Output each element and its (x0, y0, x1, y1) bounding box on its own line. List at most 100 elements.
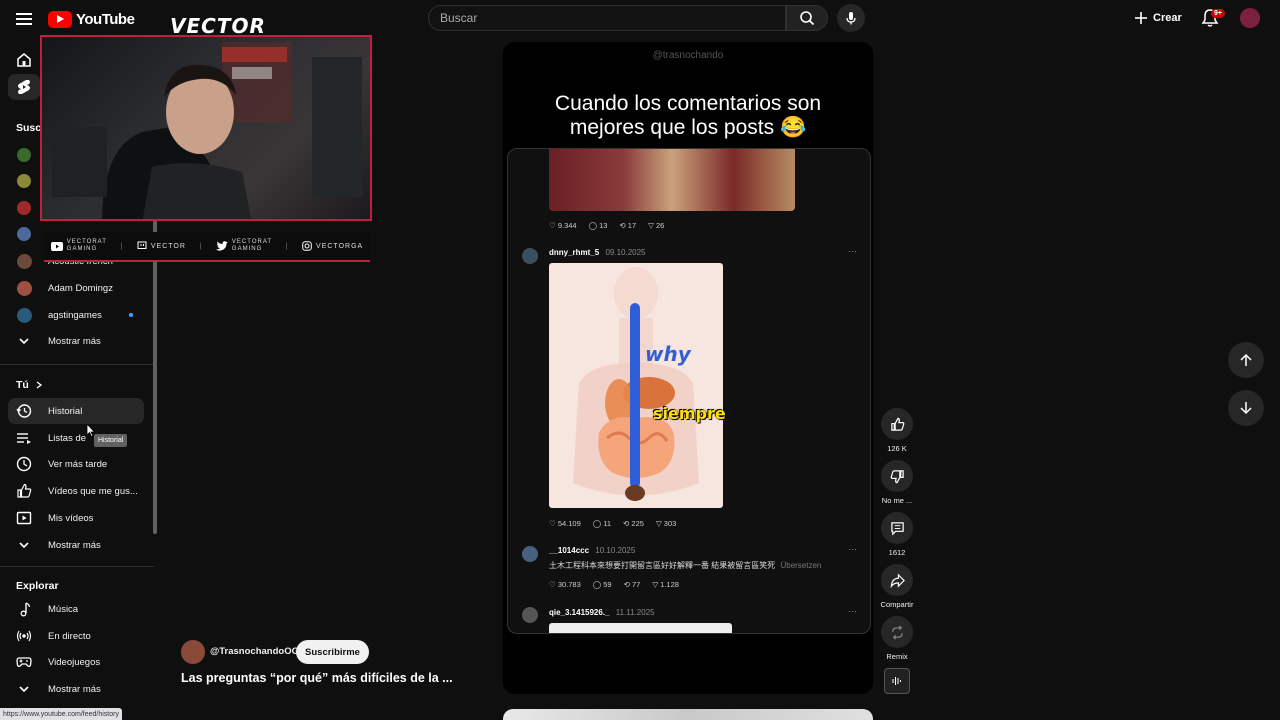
video-title[interactable]: Las preguntas “por qué” más difíciles de… (181, 671, 453, 685)
search-input[interactable]: Buscar (428, 5, 786, 31)
streamer-social-bar: VECTORAT GAMING | VECTOR | VECTORAT GAMI… (44, 232, 370, 262)
search-button[interactable] (786, 5, 828, 31)
subscription-label: agstingames (48, 309, 102, 321)
history-icon (16, 403, 32, 419)
post-avatar (522, 607, 538, 623)
comment-count-label: 1612 (888, 548, 906, 557)
sidebar-item-music[interactable]: Música (8, 596, 144, 622)
divider (0, 364, 154, 365)
subscription-avatar[interactable] (17, 174, 31, 188)
channel-avatar[interactable] (181, 640, 205, 664)
dislike-button[interactable] (881, 460, 913, 492)
share-button[interactable] (881, 564, 913, 596)
sidebar-item-liked-videos[interactable]: Vídeos que me gus... (8, 478, 144, 504)
video-watermark: @trasnochando (652, 50, 724, 61)
post-date: 11.11.2025 (615, 608, 655, 617)
home-icon[interactable] (15, 51, 33, 69)
post-header: qie_3.1415926._ 11.11.2025 (549, 608, 655, 617)
youtube-logo[interactable]: YouTube (48, 10, 135, 28)
short-player[interactable]: @trasnochando Cuando los comentarios son… (503, 42, 873, 694)
audio-track-button[interactable] (884, 668, 910, 694)
search-icon (800, 11, 815, 26)
previous-short-button[interactable] (1228, 342, 1264, 378)
subscription-item[interactable]: agstingames (8, 302, 144, 328)
youtube-icon (50, 241, 63, 251)
post-image (549, 149, 795, 211)
repost-count: 17 (627, 221, 637, 230)
post-image (549, 623, 732, 633)
divider (0, 566, 154, 567)
twitter-icon (215, 241, 228, 251)
subscription-avatar (17, 307, 32, 323)
like-icon (16, 483, 32, 499)
plus-icon (1135, 12, 1147, 24)
svg-text:why: why (645, 342, 692, 366)
sidebar-item-label: Listas de (48, 432, 87, 444)
sidebar-item-label: Música (48, 603, 79, 615)
browser-status-url: https://www.youtube.com/feed/history (0, 708, 122, 720)
sidebar-item-watch-later[interactable]: Ver más tarde (8, 451, 144, 477)
social-label: VECTORAT GAMING (66, 239, 107, 252)
audio-wave-icon (892, 677, 901, 685)
account-avatar[interactable] (1240, 8, 1260, 28)
social-label: VECTORGA (316, 242, 364, 250)
sidebar-item-history[interactable]: Historial (8, 398, 144, 424)
new-content-dot (129, 313, 133, 317)
like-button[interactable] (881, 408, 913, 440)
share-icon (890, 572, 905, 588)
comments-button[interactable] (881, 512, 913, 544)
create-button[interactable]: Crear (1134, 6, 1192, 30)
sidebar-item-label: Mis vídeos (48, 512, 94, 524)
next-short-preview[interactable] (503, 709, 873, 720)
channel-name[interactable]: @TrasnochandoOG (210, 646, 299, 657)
repost-count: 225 (631, 519, 644, 528)
subscription-avatar (17, 253, 32, 269)
post-username: qie_3.1415926._ (549, 608, 610, 617)
post-image: why (549, 263, 723, 508)
like-count: 54.109 (557, 519, 581, 528)
chevron-down-icon (16, 537, 32, 553)
sidebar-item-label: Ver más tarde (48, 458, 108, 470)
subscription-avatar[interactable] (17, 227, 31, 241)
you-show-more[interactable]: Mostrar más (8, 532, 144, 558)
sidebar-item-label: Videojuegos (48, 656, 101, 668)
share-count: 26 (656, 221, 665, 230)
my-videos-icon (16, 510, 32, 526)
sidebar-item-live[interactable]: En directo (8, 623, 144, 649)
microphone-icon (846, 12, 856, 25)
share-count: 1.128 (660, 580, 679, 589)
shorts-button[interactable] (8, 74, 40, 100)
you-heading[interactable]: Tú (16, 379, 43, 391)
mouse-cursor-icon (86, 423, 96, 437)
chevron-down-icon (16, 681, 32, 697)
subscriptions-heading[interactable]: Susc (16, 122, 41, 134)
post-text: 土木工程科本來想要打開留言區好好解釋一番 結果被留言區笑死 Übersetzen (549, 560, 821, 571)
create-label: Crear (1153, 12, 1182, 24)
post-header: __1014ccc 10.10.2025 (549, 546, 635, 555)
subscriptions-show-more[interactable]: Mostrar más (8, 328, 144, 354)
shorts-icon (18, 80, 30, 94)
next-short-button[interactable] (1228, 390, 1264, 426)
menu-icon[interactable] (14, 9, 34, 29)
youtube-play-icon (48, 10, 72, 28)
sidebar-item-my-videos[interactable]: Mis vídeos (8, 505, 144, 531)
subscription-avatar[interactable] (17, 148, 31, 162)
remix-label: Remix (886, 652, 908, 661)
subscription-item[interactable]: Adam Domingz (8, 275, 144, 301)
remix-button[interactable] (881, 616, 913, 648)
sidebar-item-gaming[interactable]: Videojuegos (8, 649, 144, 675)
explore-heading: Explorar (16, 580, 59, 592)
thumbs-up-icon (890, 417, 904, 431)
you-heading-label: Tú (16, 379, 29, 391)
post-header: dnny_rhmt_5 09.10.2025 (549, 248, 646, 257)
live-icon (16, 628, 32, 644)
instagram-icon (302, 241, 312, 251)
voice-search-button[interactable] (837, 4, 865, 32)
explore-show-more[interactable]: Mostrar más (8, 676, 144, 702)
show-more-label: Mostrar más (48, 335, 101, 347)
subscription-avatar[interactable] (17, 201, 31, 215)
sidebar-item-label: Historial (48, 405, 83, 417)
tooltip: Historial (94, 434, 128, 447)
subscription-label: Adam Domingz (48, 282, 113, 294)
subscribe-button[interactable]: Suscribirme (296, 640, 369, 664)
